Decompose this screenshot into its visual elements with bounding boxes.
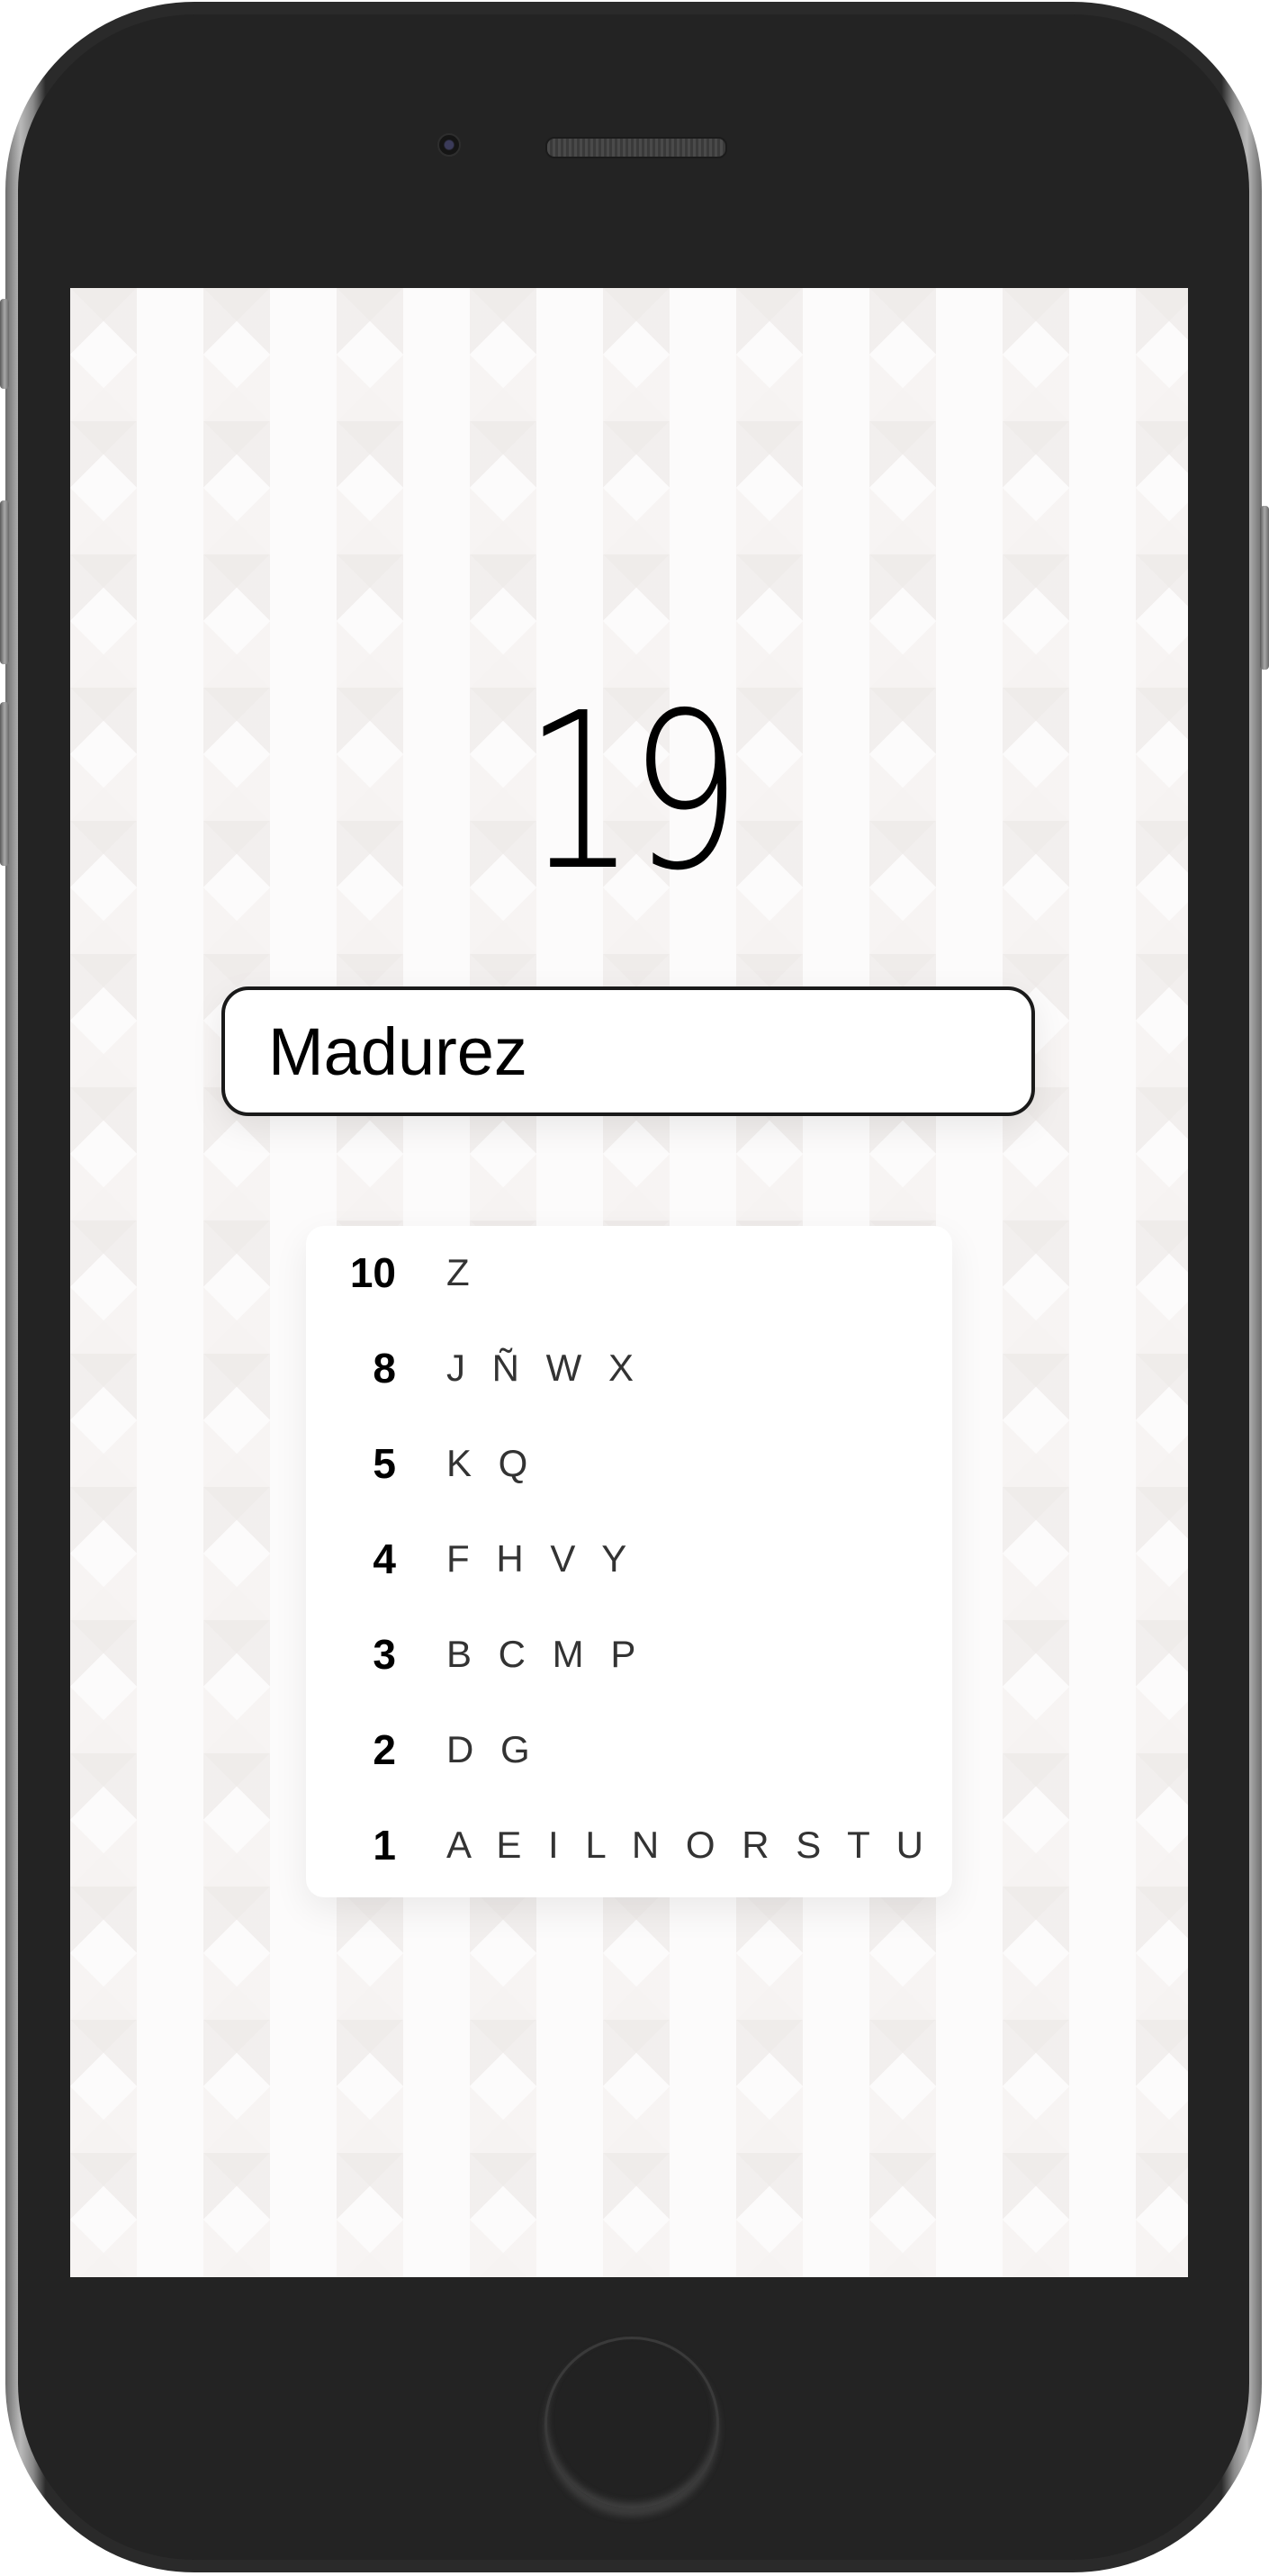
letters-list: K Q (446, 1442, 528, 1484)
letters-list: A E I L N O R S T U (446, 1824, 924, 1866)
volume-up-button (0, 500, 9, 664)
home-button[interactable] (544, 2337, 719, 2511)
points-label: 5 (373, 1440, 396, 1487)
mute-switch (0, 299, 9, 389)
table-row: 3 B C M P (306, 1627, 635, 1681)
letters-list: Z (446, 1251, 470, 1293)
letters-list: B C M P (446, 1633, 636, 1675)
points-label: 10 (349, 1249, 396, 1296)
letters-list: J Ñ W X (446, 1347, 634, 1389)
table-row: 10 Z (306, 1246, 470, 1300)
app-screen: 19 10 Z 8 J Ñ W X 5 K Q 4 F H V Y 3 B C … (70, 288, 1188, 2277)
earpiece-speaker (545, 137, 727, 158)
power-button (1260, 506, 1269, 670)
letters-list: F H V Y (446, 1537, 627, 1580)
volume-down-button (0, 702, 9, 866)
table-row: 4 F H V Y (306, 1532, 626, 1586)
table-row: 1 A E I L N O R S T U (306, 1818, 923, 1872)
table-row: 2 D G (306, 1723, 530, 1777)
points-label: 8 (373, 1345, 396, 1392)
points-label: 3 (373, 1631, 396, 1678)
letters-list: D G (446, 1728, 530, 1770)
word-input[interactable] (221, 986, 1035, 1116)
word-score: 19 (523, 666, 742, 918)
points-label: 1 (373, 1822, 396, 1869)
front-camera-icon (437, 133, 461, 157)
points-label: 2 (373, 1726, 396, 1773)
points-label: 4 (373, 1536, 396, 1582)
table-row: 8 J Ñ W X (306, 1341, 634, 1395)
table-row: 5 K Q (306, 1437, 527, 1491)
letter-values-table: 10 Z 8 J Ñ W X 5 K Q 4 F H V Y 3 B C M P… (306, 1226, 952, 1897)
